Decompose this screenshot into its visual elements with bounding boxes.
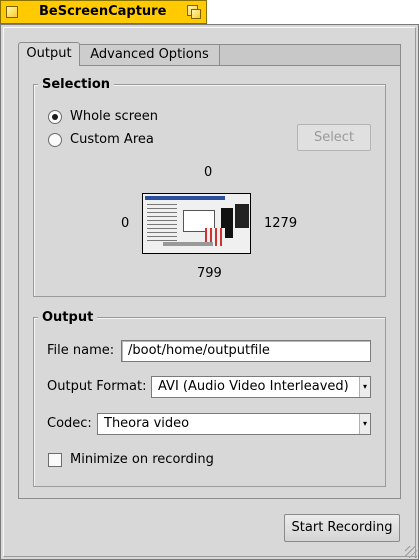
start-recording-button[interactable]: Start Recording — [284, 514, 400, 542]
codec-dropdown[interactable]: Theora video ▾ — [97, 413, 371, 435]
tab-strip: Output Advanced Options — [18, 42, 401, 66]
window-title-tab[interactable]: BeScreenCapture — [0, 0, 207, 24]
whole-screen-radio[interactable] — [48, 110, 62, 124]
minimize-label: Minimize on recording — [70, 452, 214, 467]
select-button[interactable]: Select — [297, 124, 371, 151]
chevron-down-icon: ▾ — [359, 414, 370, 434]
output-group-label: Output — [38, 310, 98, 325]
coord-right: 1279 — [264, 216, 298, 231]
file-name-label: File name: — [47, 343, 115, 358]
tab-output[interactable]: Output — [18, 42, 80, 66]
coord-bottom: 799 — [197, 266, 222, 281]
screen-preview-thumbnail — [142, 193, 251, 254]
zoom-box-icon[interactable] — [187, 5, 201, 19]
chevron-down-icon: ▾ — [359, 377, 370, 397]
resize-grip-icon[interactable] — [405, 546, 417, 558]
minimize-checkbox[interactable] — [48, 453, 62, 467]
custom-area-radio[interactable] — [48, 133, 62, 147]
coord-left: 0 — [121, 216, 130, 231]
window-title: BeScreenCapture — [39, 4, 167, 19]
file-name-input[interactable]: /boot/home/outputfile — [121, 340, 371, 362]
selection-group-label: Selection — [38, 77, 115, 92]
whole-screen-label: Whole screen — [70, 109, 159, 124]
close-box-icon[interactable] — [6, 6, 18, 18]
tab-advanced-options[interactable]: Advanced Options — [80, 44, 220, 65]
output-format-value: AVI (Audio Video Interleaved) — [158, 379, 349, 394]
codec-value: Theora video — [104, 416, 190, 431]
output-format-dropdown[interactable]: AVI (Audio Video Interleaved) ▾ — [151, 376, 371, 398]
codec-label: Codec: — [47, 416, 92, 431]
custom-area-label: Custom Area — [70, 132, 154, 147]
output-format-label: Output Format: — [47, 379, 147, 394]
coord-top: 0 — [204, 165, 213, 180]
